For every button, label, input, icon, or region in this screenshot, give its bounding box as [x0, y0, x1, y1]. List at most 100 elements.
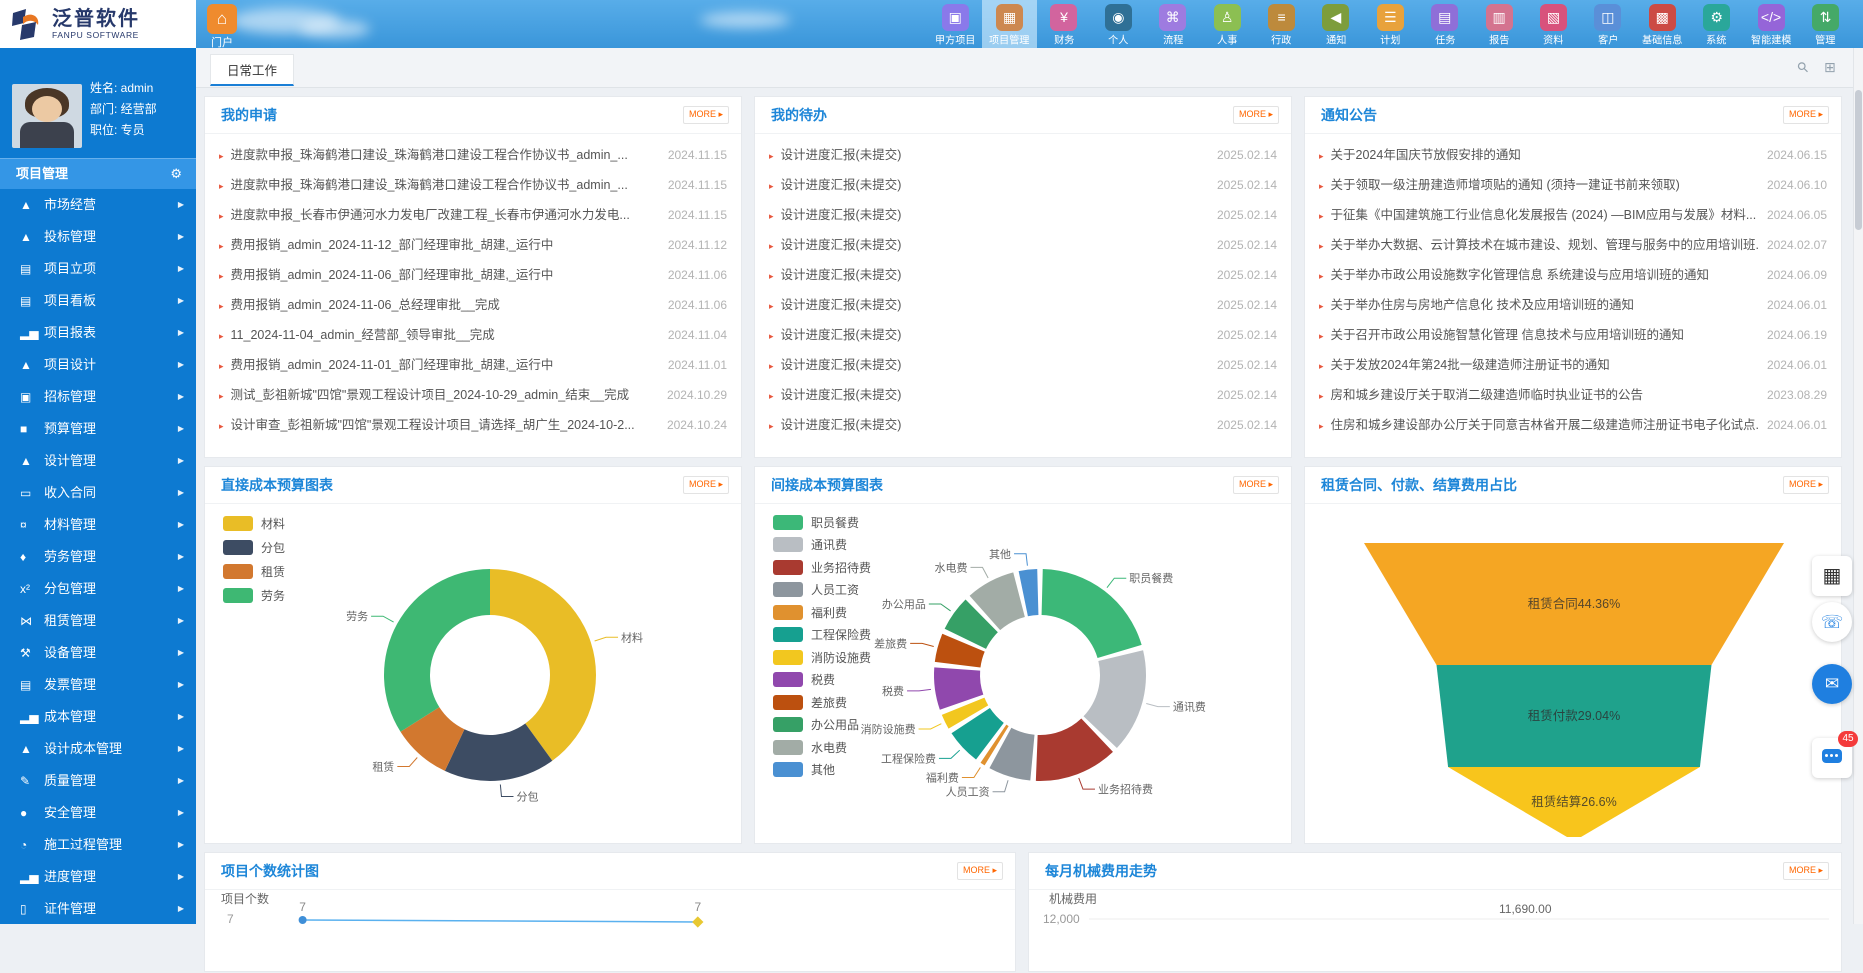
vertical-scrollbar [1853, 48, 1863, 924]
sidebar-item-分包管理[interactable]: x²分包管理▶ [0, 573, 196, 605]
list-item[interactable]: ▸费用报销_admin_2024-11-06_部门经理审批_胡建,_运行中202… [219, 260, 727, 290]
list-item[interactable]: ▸设计进度汇报(未提交)2025.02.14 [769, 350, 1277, 380]
list-item[interactable]: ▸费用报销_admin_2024-11-12_部门经理审批_胡建,_运行中202… [219, 230, 727, 260]
list-item[interactable]: ▸设计进度汇报(未提交)2025.02.14 [769, 170, 1277, 200]
list-item[interactable]: ▸设计审查_彭祖新城"四馆"景观工程设计项目_请选择_胡广生_2024-10-2… [219, 410, 727, 440]
list-item[interactable]: ▸设计进度汇报(未提交)2025.02.14 [769, 290, 1277, 320]
more-button[interactable]: MORE ▸ [1783, 476, 1829, 494]
chevron-right-icon: ▶ [178, 733, 184, 765]
more-button[interactable]: MORE ▸ [957, 862, 1003, 880]
sidebar-item-招标管理[interactable]: ▣招标管理▶ [0, 381, 196, 413]
list-item[interactable]: ▸关于召开市政公用设施智慧化管理 信息技术与应用培训班的通知2024.06.19 [1319, 320, 1827, 350]
more-button[interactable]: MORE ▸ [1233, 476, 1279, 494]
list-item[interactable]: ▸设计进度汇报(未提交)2025.02.14 [769, 410, 1277, 440]
scrollbar-thumb[interactable] [1855, 90, 1862, 230]
sidebar-item-安全管理[interactable]: ●安全管理▶ [0, 797, 196, 829]
my-requests-list: ▸进度款申报_珠海鹤港口建设_珠海鹤港口建设工程合作协议书_admin_...2… [205, 134, 741, 440]
nav-item-智能建模[interactable]: </>智能建模 [1744, 0, 1798, 48]
donut-slice-人员工资 [989, 728, 1034, 781]
gear-icon[interactable]: ⚙ [170, 159, 182, 189]
menu-item-icon: x² [20, 573, 44, 605]
nav-item-财务[interactable]: ¥财务 [1037, 0, 1091, 48]
sidebar-item-质量管理[interactable]: ✎质量管理▶ [0, 765, 196, 797]
notices-list: ▸关于2024年国庆节放假安排的通知2024.06.15▸关于领取一级注册建造师… [1305, 134, 1841, 440]
sidebar-item-租赁管理[interactable]: ⋈租赁管理▶ [0, 605, 196, 637]
sidebar-item-设计管理[interactable]: ▲设计管理▶ [0, 445, 196, 477]
nav-item-portal[interactable]: ⌂ 门户 [202, 4, 242, 50]
qr-code-widget[interactable]: ▦ [1812, 556, 1852, 596]
list-item[interactable]: ▸房和城乡建设厅关于取消二级建造师临时执业证书的公告2023.08.29 [1319, 380, 1827, 410]
list-item[interactable]: ▸设计进度汇报(未提交)2025.02.14 [769, 380, 1277, 410]
list-item[interactable]: ▸关于举办住房与房地产信息化 技术及应用培训班的通知2024.06.01 [1319, 290, 1827, 320]
nav-item-项目管理[interactable]: ▦项目管理 [982, 0, 1036, 48]
chevron-right-icon: ▶ [178, 285, 184, 317]
item-text: 关于举办大数据、云计算技术在城市建设、规划、管理与服务中的应用培训班... [1331, 238, 1766, 252]
nav-item-计划[interactable]: ☰计划 [1363, 0, 1417, 48]
nav-item-管理[interactable]: ⇅管理 [1798, 0, 1852, 48]
nav-item-通知[interactable]: ◀通知 [1309, 0, 1363, 48]
direct-cost-donut-chart: 材料分包租赁劳务 [205, 503, 743, 843]
sidebar-item-收入合同[interactable]: ▭收入合同▶ [0, 477, 196, 509]
more-button[interactable]: MORE ▸ [1783, 862, 1829, 880]
item-text: 费用报销_admin_2024-11-12_部门经理审批_胡建,_运行中 [231, 238, 554, 252]
message-widget[interactable]: ✉ [1812, 664, 1852, 704]
list-item[interactable]: ▸设计进度汇报(未提交)2025.02.14 [769, 140, 1277, 170]
sidebar-item-项目立项[interactable]: ▤项目立项▶ [0, 253, 196, 285]
nav-item-流程[interactable]: ⌘流程 [1146, 0, 1200, 48]
more-button[interactable]: MORE ▸ [1783, 106, 1829, 124]
sidebar-item-材料管理[interactable]: ¤材料管理▶ [0, 509, 196, 541]
tab-daily-work[interactable]: 日常工作 [210, 54, 294, 86]
nav-item-行政[interactable]: ≡行政 [1254, 0, 1308, 48]
list-item[interactable]: ▸进度款申报_珠海鹤港口建设_珠海鹤港口建设工程合作协议书_admin_...2… [219, 140, 727, 170]
nav-item-任务[interactable]: ▤任务 [1418, 0, 1472, 48]
chevron-right-icon: ▶ [178, 509, 184, 541]
nav-item-资料[interactable]: ▧资料 [1526, 0, 1580, 48]
sidebar-item-发票管理[interactable]: ▤发票管理▶ [0, 669, 196, 701]
sidebar-item-设计成本管理[interactable]: ▲设计成本管理▶ [0, 733, 196, 765]
list-item[interactable]: ▸关于举办市政公用设施数字化管理信息 系统建设与应用培训班的通知2024.06.… [1319, 260, 1827, 290]
pin-icon[interactable]: ⊞ [1824, 59, 1836, 76]
more-button[interactable]: MORE ▸ [1233, 106, 1279, 124]
sidebar-menu-header[interactable]: 项目管理 ⚙ [0, 158, 196, 189]
sidebar-item-施工过程管理[interactable]: ◔施工过程管理▶ [0, 829, 196, 861]
sidebar-item-进度管理[interactable]: ▂▅进度管理▶ [0, 861, 196, 893]
sidebar-item-预算管理[interactable]: ■预算管理▶ [0, 413, 196, 445]
list-item[interactable]: ▸费用报销_admin_2024-11-01_部门经理审批_胡建,_运行中202… [219, 350, 727, 380]
list-item[interactable]: ▸设计进度汇报(未提交)2025.02.14 [769, 260, 1277, 290]
nav-item-个人[interactable]: ◉个人 [1091, 0, 1145, 48]
list-item[interactable]: ▸关于发放2024年第24批一级建造师注册证书的通知2024.06.01 [1319, 350, 1827, 380]
list-item[interactable]: ▸11_2024-11-04_admin_经营部_领导审批__完成2024.11… [219, 320, 727, 350]
sidebar-item-设备管理[interactable]: ⚒设备管理▶ [0, 637, 196, 669]
list-item[interactable]: ▸关于领取一级注册建造师增项贴的通知 (须持一建证书前来领取)2024.06.1… [1319, 170, 1827, 200]
list-item[interactable]: ▸关于2024年国庆节放假安排的通知2024.06.15 [1319, 140, 1827, 170]
more-button[interactable]: MORE ▸ [683, 106, 729, 124]
sidebar-item-项目看板[interactable]: ▤项目看板▶ [0, 285, 196, 317]
list-item[interactable]: ▸住房和城乡建设部办公厅关于同意吉林省开展二级建造师注册证书电子化试点...20… [1319, 410, 1827, 440]
list-item[interactable]: ▸于征集《中国建筑施工行业信息化发展报告 (2024) —BIM应用与发展》材料… [1319, 200, 1827, 230]
list-item[interactable]: ▸设计进度汇报(未提交)2025.02.14 [769, 230, 1277, 260]
more-button[interactable]: MORE ▸ [683, 476, 729, 494]
sidebar-item-劳务管理[interactable]: ♦劳务管理▶ [0, 541, 196, 573]
nav-item-客户[interactable]: ◫客户 [1581, 0, 1635, 48]
list-item[interactable]: ▸关于举办大数据、云计算技术在城市建设、规划、管理与服务中的应用培训班...20… [1319, 230, 1827, 260]
sidebar-item-项目报表[interactable]: ▂▅项目报表▶ [0, 317, 196, 349]
customer-service-widget[interactable]: ☏ [1812, 602, 1852, 642]
sidebar-item-市场经营[interactable]: ▲市场经营▶ [0, 189, 196, 221]
chat-widget[interactable]: 45 [1812, 738, 1852, 778]
key-icon[interactable]: ⚲ [1793, 58, 1812, 77]
list-item[interactable]: ▸测试_彭祖新城"四馆"景观工程设计项目_2024-10-29_admin_结束… [219, 380, 727, 410]
nav-item-人事[interactable]: ♙人事 [1200, 0, 1254, 48]
sidebar-item-成本管理[interactable]: ▂▅成本管理▶ [0, 701, 196, 733]
nav-item-系统[interactable]: ⚙系统 [1689, 0, 1743, 48]
list-item[interactable]: ▸设计进度汇报(未提交)2025.02.14 [769, 200, 1277, 230]
list-item[interactable]: ▸费用报销_admin_2024-11-06_总经理审批__完成2024.11.… [219, 290, 727, 320]
list-item[interactable]: ▸设计进度汇报(未提交)2025.02.14 [769, 320, 1277, 350]
nav-item-甲方项目[interactable]: ▣甲方项目 [928, 0, 982, 48]
sidebar-item-项目设计[interactable]: ▲项目设计▶ [0, 349, 196, 381]
list-item[interactable]: ▸进度款申报_长春市伊通河水力发电厂改建工程_长春市伊通河水力发电...2024… [219, 200, 727, 230]
sidebar-item-证件管理[interactable]: ▯证件管理▶ [0, 893, 196, 925]
nav-item-报告[interactable]: ▥报告 [1472, 0, 1526, 48]
nav-item-基础信息[interactable]: ▩基础信息 [1635, 0, 1689, 48]
list-item[interactable]: ▸进度款申报_珠海鹤港口建设_珠海鹤港口建设工程合作协议书_admin_...2… [219, 170, 727, 200]
sidebar-item-投标管理[interactable]: ▲投标管理▶ [0, 221, 196, 253]
